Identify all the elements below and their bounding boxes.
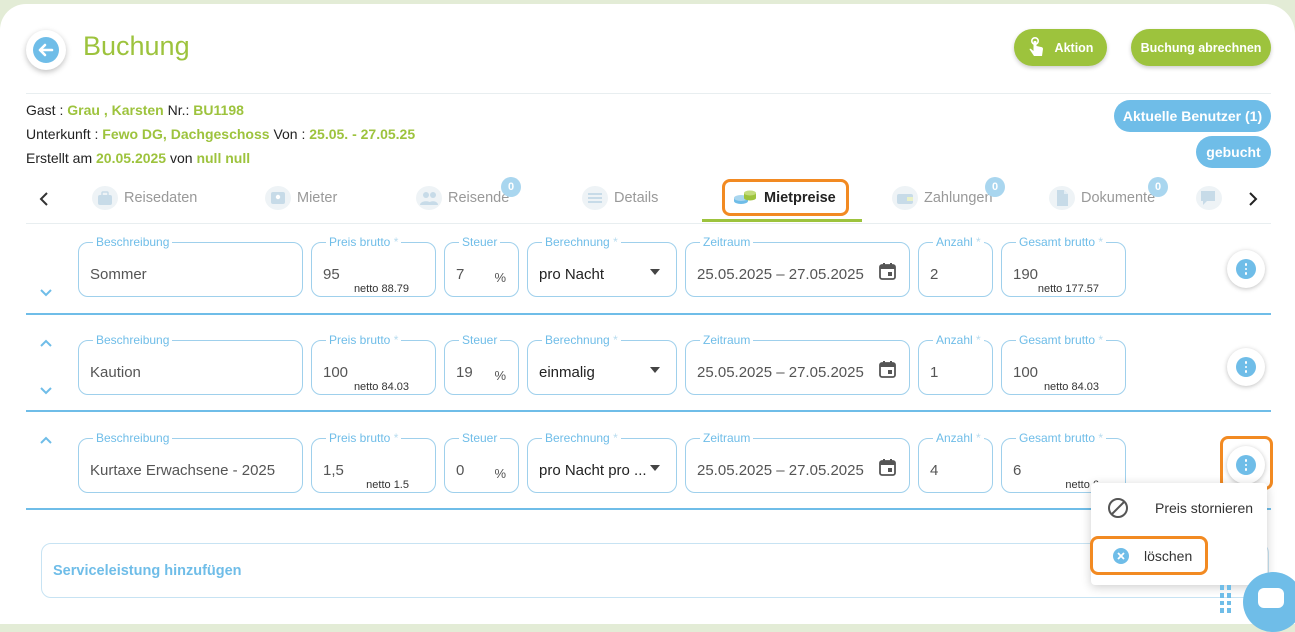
- action-button[interactable]: Aktion: [1014, 29, 1107, 66]
- row-menu-button[interactable]: [1227, 446, 1265, 484]
- billing-button-label: Buchung abrechnen: [1140, 40, 1262, 55]
- add-service-label: Serviceleistung hinzufügen: [53, 563, 242, 579]
- calendar-icon[interactable]: [879, 360, 896, 378]
- calendar-icon[interactable]: [879, 262, 896, 280]
- gesamt-netto: netto 84.03: [1043, 381, 1099, 393]
- tab-details[interactable]: Details: [582, 186, 658, 210]
- beschreibung-field[interactable]: Beschreibung Kurtaxe Erwachsene - 2025: [78, 431, 303, 493]
- gesamt-brutto-field[interactable]: Gesamt brutto * 190 netto 177.57: [1001, 235, 1126, 297]
- berechnung-select[interactable]: Berechnung * einmalig: [527, 333, 677, 395]
- steuer-field[interactable]: Steuer 7 %: [444, 235, 519, 297]
- tabs-divider: [26, 223, 1271, 224]
- action-button-label: Aktion: [1054, 40, 1094, 55]
- chat-launcher-button[interactable]: [1243, 572, 1295, 632]
- dropdown-caret-icon: [650, 269, 660, 275]
- row-menu-button[interactable]: [1227, 250, 1265, 288]
- preis-netto: netto 1.5: [366, 479, 409, 491]
- current-users-label: Aktuelle Benutzer: [1122, 108, 1242, 124]
- id-card-icon: [265, 186, 291, 210]
- beschreibung-field[interactable]: Beschreibung Sommer: [78, 235, 303, 297]
- zeitraum-field[interactable]: Zeitraum 25.05.2025 – 27.05.2025: [685, 333, 910, 395]
- steuer-field[interactable]: Steuer 0 %: [444, 431, 519, 493]
- move-up-icon[interactable]: [39, 435, 53, 445]
- accommodation-line: Unterkunft : Fewo DG, Dachgeschoss Von :…: [26, 126, 416, 142]
- billing-button[interactable]: Buchung abrechnen: [1131, 29, 1271, 66]
- list-icon: [582, 186, 608, 210]
- row-divider: [26, 508, 1271, 510]
- preis-netto: netto 84.03: [353, 381, 409, 393]
- preis-netto: netto 88.79: [353, 283, 409, 295]
- hand-pointer-icon: [1029, 36, 1043, 56]
- drag-handle-icon[interactable]: [1220, 585, 1232, 613]
- tab-reisende[interactable]: Reisende: [416, 186, 509, 210]
- row-divider: [26, 410, 1271, 412]
- move-up-icon[interactable]: [39, 338, 53, 348]
- tab-mietpreise[interactable]: Mietpreise: [732, 186, 836, 210]
- header-divider: [26, 93, 1271, 94]
- row-divider: [26, 313, 1271, 315]
- tab-reisedaten[interactable]: Reisedaten: [92, 186, 197, 210]
- prohibited-icon: [1108, 498, 1128, 518]
- chat-bubble-icon: [1258, 588, 1284, 608]
- document-icon: [1049, 186, 1075, 210]
- anzahl-field[interactable]: Anzahl * 1: [918, 333, 993, 395]
- cancel-price-menu-item[interactable]: Preis stornieren: [1107, 497, 1253, 519]
- add-service-bar[interactable]: Serviceleistung hinzufügen: [41, 543, 1269, 598]
- accommodation-name: Fewo DG, Dachgeschoss: [102, 126, 270, 142]
- active-tab-indicator: [702, 219, 862, 222]
- calendar-icon[interactable]: [879, 458, 896, 476]
- anzahl-field[interactable]: Anzahl * 2: [918, 235, 993, 297]
- tab-zahlungen-badge: 0: [985, 177, 1005, 197]
- coins-icon: [732, 186, 758, 210]
- created-line: Erstellt am 20.05.2025 von null null: [26, 150, 251, 166]
- steuer-field[interactable]: Steuer 19 %: [444, 333, 519, 395]
- users-icon: [416, 186, 442, 210]
- berechnung-select[interactable]: Berechnung * pro Nacht: [527, 235, 677, 297]
- status-badge[interactable]: gebucht: [1196, 136, 1271, 168]
- tab-mieter[interactable]: Mieter: [265, 186, 337, 210]
- dropdown-caret-icon: [650, 465, 660, 471]
- tab-reisende-badge: 0: [501, 177, 521, 197]
- wallet-icon: [892, 186, 918, 210]
- anzahl-field[interactable]: Anzahl * 4: [918, 431, 993, 493]
- more-vertical-icon: [1236, 455, 1256, 475]
- beschreibung-field[interactable]: Beschreibung Kaution: [78, 333, 303, 395]
- move-down-icon[interactable]: [39, 288, 53, 298]
- preis-brutto-field[interactable]: Preis brutto * 1,5 netto 1.5: [311, 431, 436, 493]
- gesamt-brutto-field[interactable]: Gesamt brutto * 100 netto 84.03: [1001, 333, 1126, 395]
- back-button[interactable]: [26, 30, 66, 70]
- booking-number: BU1198: [193, 102, 244, 118]
- zeitraum-field[interactable]: Zeitraum 25.05.2025 – 27.05.2025: [685, 431, 910, 493]
- tab-kommunikation[interactable]: K: [1196, 186, 1222, 210]
- more-vertical-icon: [1236, 357, 1256, 377]
- current-users-button[interactable]: Aktuelle Benutzer (1): [1114, 100, 1271, 132]
- tab-dokumente[interactable]: Dokumente: [1049, 186, 1155, 210]
- current-users-count: (1): [1245, 108, 1263, 124]
- created-date: 20.05.2025: [96, 150, 167, 166]
- chat-icon: [1196, 186, 1222, 210]
- preis-brutto-field[interactable]: Preis brutto * 100 netto 84.03: [311, 333, 436, 395]
- created-by: null null: [196, 150, 251, 166]
- suitcase-icon: [92, 186, 118, 210]
- guest-name: Grau , Karsten: [67, 102, 164, 118]
- delete-icon: [1113, 548, 1129, 564]
- zeitraum-field[interactable]: Zeitraum 25.05.2025 – 27.05.2025: [685, 235, 910, 297]
- page-title: Buchung: [83, 31, 190, 61]
- berechnung-select[interactable]: Berechnung * pro Nacht pro ...: [527, 431, 677, 493]
- preis-brutto-field[interactable]: Preis brutto * 95 netto 88.79: [311, 235, 436, 297]
- arrow-left-icon: [33, 37, 59, 63]
- tabs-prev-icon[interactable]: [38, 192, 50, 206]
- dropdown-caret-icon: [650, 367, 660, 373]
- tabs-next-icon[interactable]: [1247, 192, 1259, 206]
- move-down-icon[interactable]: [39, 386, 53, 396]
- delete-menu-item[interactable]: löschen: [1090, 536, 1208, 575]
- tab-dokumente-badge: 0: [1148, 177, 1168, 197]
- booking-date-range: 25.05. - 27.05.25: [309, 126, 416, 142]
- tab-zahlungen[interactable]: Zahlungen: [892, 186, 993, 210]
- gesamt-netto: netto 177.57: [1037, 283, 1099, 295]
- more-vertical-icon: [1236, 259, 1256, 279]
- row-menu-button[interactable]: [1227, 348, 1265, 386]
- guest-line: Gast : Grau , Karsten Nr.: BU1198: [26, 102, 244, 118]
